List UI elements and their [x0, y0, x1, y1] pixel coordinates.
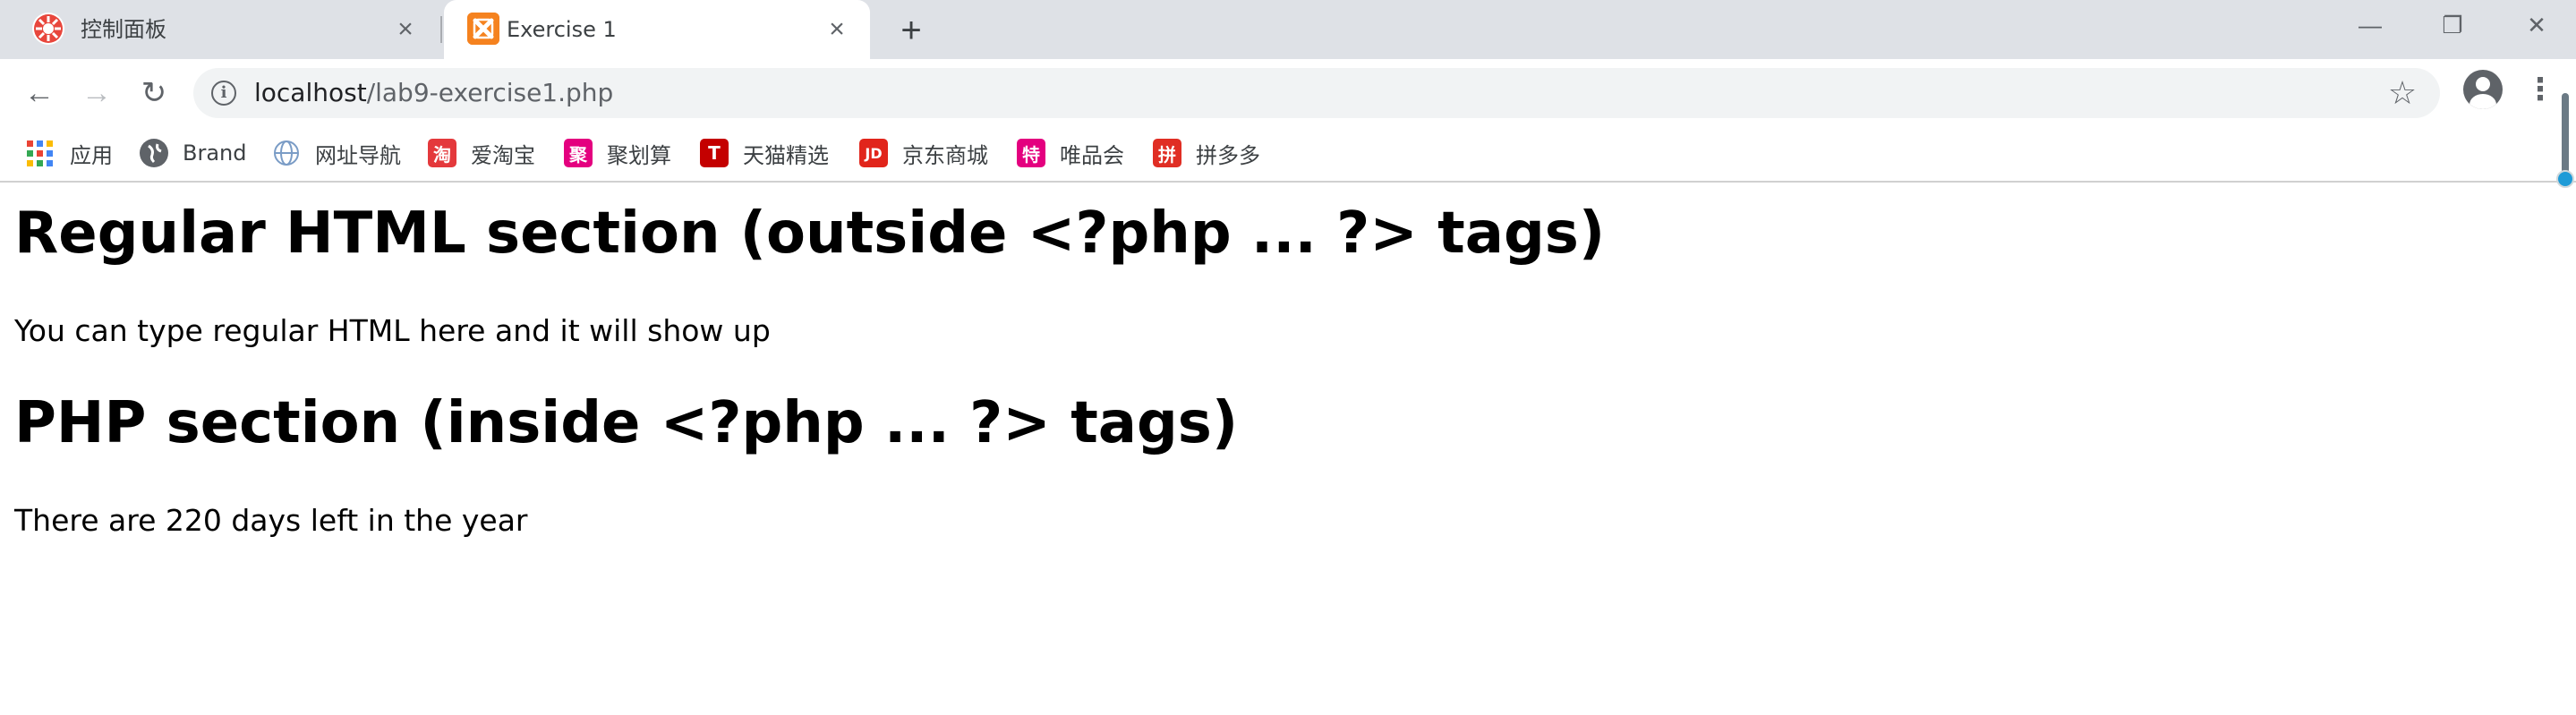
bookmark-label: 网址导航 — [315, 142, 401, 168]
url-path: /lab9-exercise1.php — [366, 78, 614, 107]
profile-avatar-icon[interactable] — [2463, 70, 2503, 109]
bookmark-tmall[interactable]: T 天猫精选 — [700, 125, 829, 181]
bookmark-apps[interactable]: 应用 — [27, 125, 113, 181]
address-bar[interactable]: i localhost/lab9-exercise1.php ☆ — [193, 68, 2440, 118]
minimize-button[interactable]: — — [2343, 7, 2397, 43]
close-tab-icon[interactable]: × — [822, 14, 852, 45]
vip-icon: 特 — [1017, 139, 1045, 167]
bookmark-star-icon[interactable]: ☆ — [2384, 75, 2420, 111]
bookmark-url-nav[interactable]: 网址导航 — [272, 125, 401, 181]
jd-icon: JD — [859, 139, 888, 167]
bookmarks-bar: 应用 Brand 网址导航 淘 爱淘宝 聚 聚划算 T 天猫精选 JD 京东商城… — [0, 125, 2576, 183]
browser-toolbar: ← → ↻ i localhost/lab9-exercise1.php ☆ ⋮ — [0, 59, 2576, 125]
apps-grid-icon — [27, 140, 55, 166]
paragraph-regular-html: You can type regular HTML here and it wi… — [14, 313, 771, 348]
info-icon[interactable]: i — [211, 81, 236, 106]
scrollbar[interactable] — [2556, 93, 2574, 193]
close-window-button[interactable]: ✕ — [2510, 7, 2563, 43]
heading-regular-html: Regular HTML section (outside <?php ... … — [14, 200, 1606, 267]
tab-title: Exercise 1 — [507, 17, 617, 42]
tab-exercise-1[interactable]: Exercise 1 × — [444, 0, 870, 59]
close-tab-icon[interactable]: × — [390, 14, 421, 45]
back-button[interactable]: ← — [20, 73, 59, 113]
tab-title: 控制面板 — [81, 17, 166, 42]
bookmark-label: Brand — [183, 140, 247, 166]
bookmark-label: 天猫精选 — [743, 142, 829, 168]
bookmark-vip[interactable]: 特 唯品会 — [1017, 125, 1124, 181]
bookmark-brand[interactable]: Brand — [140, 125, 246, 181]
paragraph-days-left: There are 220 days left in the year — [14, 503, 528, 538]
bookmark-jd[interactable]: JD 京东商城 — [859, 125, 988, 181]
xampp-control-icon — [32, 13, 64, 45]
bookmark-label: 聚划算 — [607, 142, 671, 168]
bookmark-label: 应用 — [70, 142, 113, 168]
bookmark-juhuasuan[interactable]: 聚 聚划算 — [564, 125, 671, 181]
tab-strip: 控制面板 × Exercise 1 × + — ❐ ✕ — [0, 0, 2576, 59]
restore-button[interactable]: ❐ — [2426, 7, 2479, 43]
bookmark-pinduoduo[interactable]: 拼 拼多多 — [1153, 125, 1260, 181]
reload-button[interactable]: ↻ — [134, 73, 174, 113]
bookmark-label: 京东商城 — [902, 142, 988, 168]
pinduoduo-icon: 拼 — [1153, 139, 1181, 167]
url-text[interactable]: localhost/lab9-exercise1.php — [254, 68, 613, 118]
url-host: localhost — [254, 78, 367, 107]
bookmark-label: 唯品会 — [1060, 142, 1124, 168]
tab-control-panel[interactable]: 控制面板 × — [0, 0, 439, 59]
globe-dark-icon — [140, 139, 168, 167]
heading-php-section: PHP section (inside <?php ... ?> tags) — [14, 390, 1239, 456]
bookmark-taobao[interactable]: 淘 爱淘宝 — [428, 125, 535, 181]
tab-separator — [440, 16, 442, 43]
bookmark-label: 拼多多 — [1196, 142, 1260, 168]
juhuasuan-icon: 聚 — [564, 139, 593, 167]
forward-button[interactable]: → — [77, 73, 116, 113]
new-tab-button[interactable]: + — [893, 13, 929, 48]
taobao-icon: 淘 — [428, 139, 456, 167]
globe-icon — [272, 139, 301, 167]
scrollbar-thumb[interactable] — [2556, 170, 2574, 188]
xampp-icon — [467, 13, 499, 45]
scrollbar-track — [2562, 93, 2569, 183]
browser-menu-button[interactable]: ⋮ — [2524, 70, 2556, 109]
bookmark-label: 爱淘宝 — [471, 142, 535, 168]
tmall-icon: T — [700, 139, 729, 167]
